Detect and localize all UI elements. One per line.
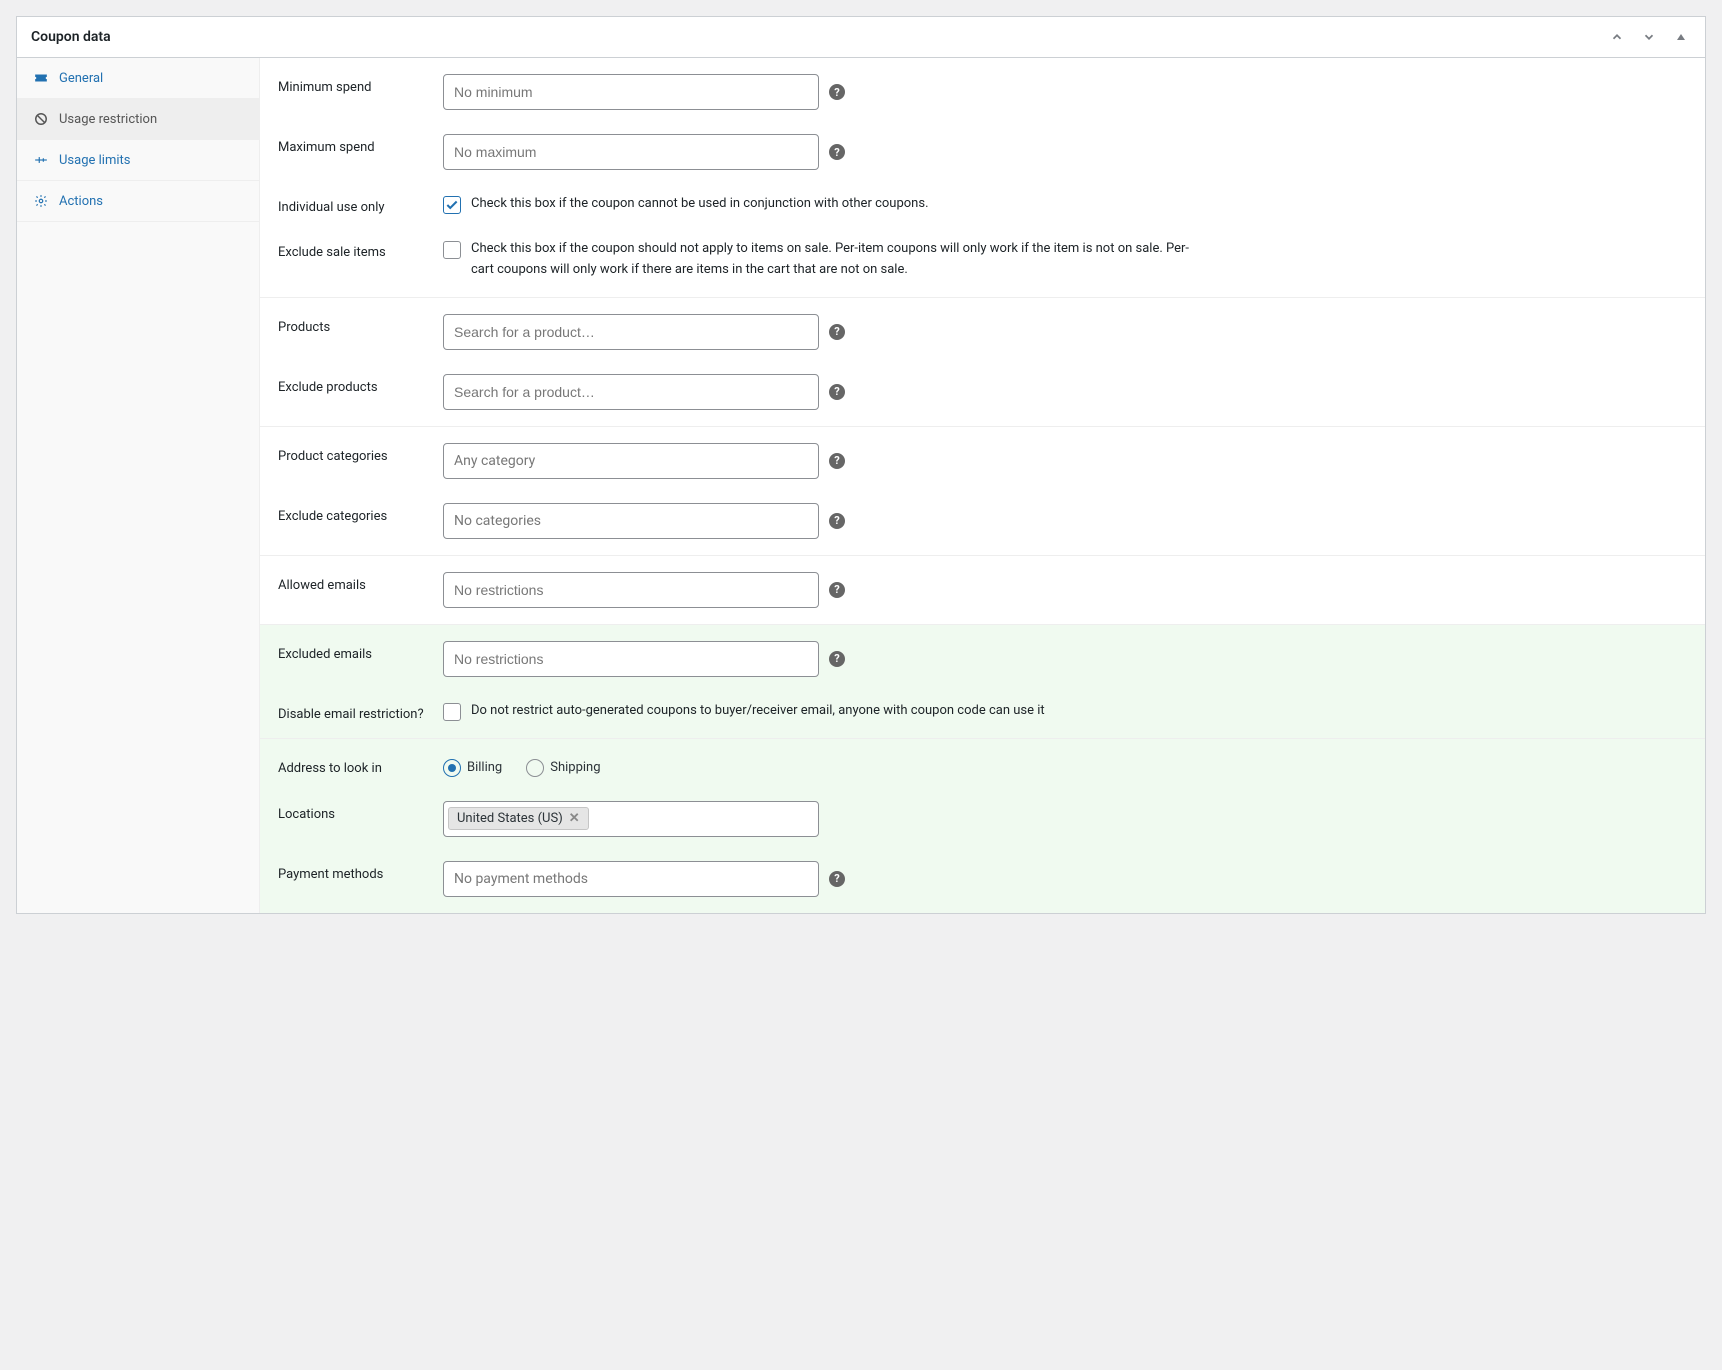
ban-icon [33, 111, 49, 127]
close-icon[interactable]: ✕ [569, 811, 580, 826]
tab-label: Usage restriction [59, 112, 157, 127]
section-excluded-emails: Excluded emails ? Disable email restrict… [260, 625, 1705, 739]
disable-email-restriction-label: Disable email restriction? [278, 701, 433, 722]
section-spend: Minimum spend ? Maximum spend ? Individu… [260, 58, 1705, 298]
address-to-look-label: Address to look in [278, 755, 433, 776]
coupon-data-panel: Coupon data General [16, 16, 1706, 914]
allowed-emails-input[interactable] [443, 572, 819, 608]
radio-shipping-label: Shipping [550, 760, 600, 775]
help-icon[interactable]: ? [829, 144, 845, 160]
adjust-icon [33, 152, 49, 168]
exclude-categories-select[interactable]: No categories [443, 503, 819, 539]
tab-label: Usage limits [59, 153, 130, 168]
panel-toggle[interactable] [1671, 27, 1691, 47]
individual-use-checkbox[interactable] [443, 196, 461, 214]
tab-usage-restriction[interactable]: Usage restriction [17, 99, 259, 140]
panel-controls [1607, 27, 1691, 47]
product-categories-label: Product categories [278, 443, 433, 464]
help-icon[interactable]: ? [829, 384, 845, 400]
panel-move-up[interactable] [1607, 27, 1627, 47]
excluded-emails-input[interactable] [443, 641, 819, 677]
radio-billing[interactable]: Billing [443, 759, 502, 777]
disable-email-restriction-checkbox[interactable] [443, 703, 461, 721]
radio-billing-control[interactable] [443, 759, 461, 777]
exclude-sale-label: Exclude sale items [278, 239, 433, 260]
individual-use-text: Check this box if the coupon cannot be u… [471, 194, 929, 215]
section-categories: Product categories Any category ? Exclud… [260, 427, 1705, 556]
tab-general[interactable]: General [17, 58, 259, 99]
exclude-products-label: Exclude products [278, 374, 433, 395]
locations-label: Locations [278, 801, 433, 822]
help-icon[interactable]: ? [829, 871, 845, 887]
radio-shipping[interactable]: Shipping [526, 759, 600, 777]
section-allowed-emails: Allowed emails ? [260, 556, 1705, 625]
help-icon[interactable]: ? [829, 453, 845, 469]
exclude-sale-checkbox[interactable] [443, 241, 461, 259]
payment-methods-select[interactable]: No payment methods [443, 861, 819, 897]
radio-shipping-control[interactable] [526, 759, 544, 777]
minimum-spend-label: Minimum spend [278, 74, 433, 95]
location-tag: United States (US) ✕ [448, 807, 589, 830]
tabs-sidebar: General Usage restriction Usage limits A… [17, 58, 260, 913]
payment-methods-label: Payment methods [278, 861, 433, 882]
panel-body: General Usage restriction Usage limits A… [17, 58, 1705, 913]
ticket-icon [33, 70, 49, 86]
disable-email-restriction-text: Do not restrict auto-generated coupons t… [471, 701, 1045, 722]
product-categories-select[interactable]: Any category [443, 443, 819, 479]
gear-icon [33, 193, 49, 209]
location-tag-label: United States (US) [457, 811, 563, 826]
section-products: Products ? Exclude products ? [260, 298, 1705, 427]
help-icon[interactable]: ? [829, 324, 845, 340]
locations-select[interactable]: United States (US) ✕ [443, 801, 819, 837]
panel-header: Coupon data [17, 17, 1705, 58]
products-input[interactable] [443, 314, 819, 350]
radio-billing-label: Billing [467, 760, 502, 775]
tab-label: General [59, 71, 103, 86]
panel-title: Coupon data [31, 29, 111, 45]
allowed-emails-label: Allowed emails [278, 572, 433, 593]
exclude-products-input[interactable] [443, 374, 819, 410]
tab-usage-limits[interactable]: Usage limits [17, 140, 259, 181]
minimum-spend-input[interactable] [443, 74, 819, 110]
content-area: Minimum spend ? Maximum spend ? Individu… [260, 58, 1705, 913]
exclude-sale-text: Check this box if the coupon should not … [471, 239, 1191, 281]
help-icon[interactable]: ? [829, 582, 845, 598]
products-label: Products [278, 314, 433, 335]
help-icon[interactable]: ? [829, 651, 845, 667]
help-icon[interactable]: ? [829, 84, 845, 100]
section-address-location: Address to look in Billing Shipping [260, 739, 1705, 913]
individual-use-label: Individual use only [278, 194, 433, 215]
exclude-categories-label: Exclude categories [278, 503, 433, 524]
tab-label: Actions [59, 194, 103, 209]
tab-actions[interactable]: Actions [17, 181, 259, 222]
maximum-spend-label: Maximum spend [278, 134, 433, 155]
excluded-emails-label: Excluded emails [278, 641, 433, 662]
maximum-spend-input[interactable] [443, 134, 819, 170]
help-icon[interactable]: ? [829, 513, 845, 529]
panel-move-down[interactable] [1639, 27, 1659, 47]
